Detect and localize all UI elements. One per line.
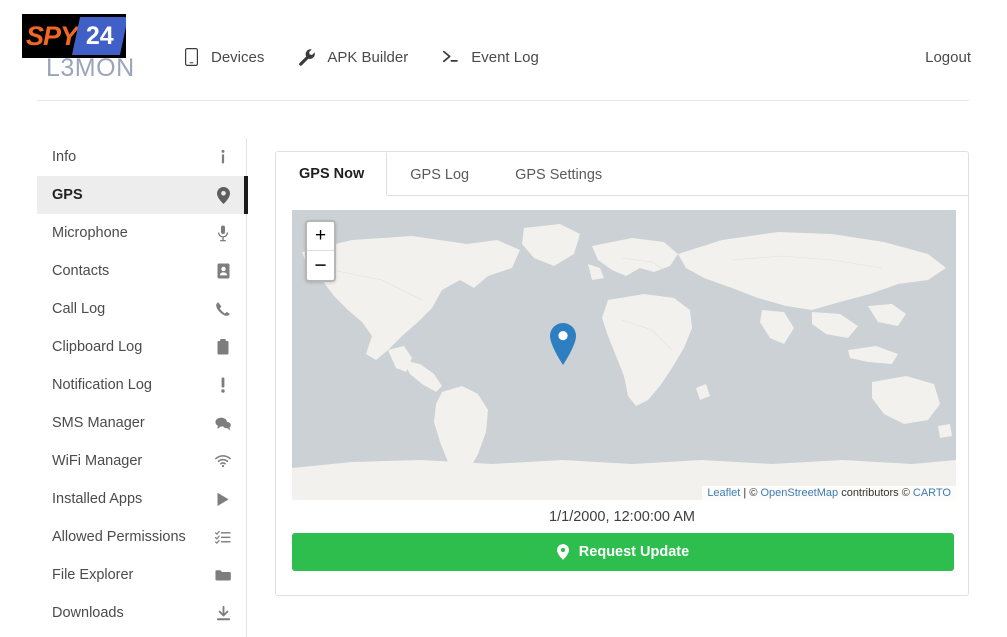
folder-icon	[215, 567, 231, 583]
gps-now-content: + − Leaflet | © OpenStreetMap contributo…	[276, 196, 968, 571]
logo-spy-text: SPY	[26, 20, 78, 51]
spy24-logo-badge: SPY / 24	[22, 14, 126, 58]
brand-logo[interactable]: L3MON SPY / 24	[22, 14, 162, 82]
nav-item-devices[interactable]: Devices	[180, 44, 266, 70]
sidebar-item-microphone[interactable]: Microphone	[37, 214, 247, 252]
map-zoom-controls: + −	[305, 220, 336, 282]
tab-gps-now[interactable]: GPS Now	[276, 152, 388, 196]
sidebar-label-wifi-manager: WiFi Manager	[52, 453, 143, 469]
zoom-in-button[interactable]: +	[307, 222, 334, 251]
logout-button[interactable]: Logout	[925, 49, 971, 66]
sidebar-label-sms-manager: SMS Manager	[52, 415, 145, 431]
product-name: L3MON	[46, 54, 135, 82]
chat-bubbles-icon	[215, 415, 231, 431]
sidebar-label-microphone: Microphone	[52, 225, 128, 241]
contact-card-icon	[215, 263, 231, 279]
tab-gps-log[interactable]: GPS Log	[387, 152, 492, 196]
sidebar-item-installed-apps[interactable]: Installed Apps	[37, 480, 247, 518]
sidebar-label-file-explorer: File Explorer	[52, 567, 134, 583]
sidebar-item-sms-manager[interactable]: SMS Manager	[37, 404, 247, 442]
sidebar-label-installed-apps: Installed Apps	[52, 491, 143, 507]
world-map-basemap	[292, 210, 956, 500]
map-pin-icon	[556, 544, 569, 560]
logo-24-text: 24	[86, 21, 114, 50]
sidebar-label-allowed-permissions: Allowed Permissions	[52, 529, 186, 545]
sidebar-item-gps[interactable]: GPS	[37, 176, 248, 214]
phone-icon	[215, 301, 231, 317]
nav-item-event-log[interactable]: Event Log	[440, 44, 541, 70]
sidebar-label-gps: GPS	[52, 187, 83, 203]
checklist-icon	[215, 529, 231, 545]
sidebar-label-clipboard-log: Clipboard Log	[52, 339, 143, 355]
sidebar-item-wifi-manager[interactable]: WiFi Manager	[37, 442, 247, 480]
zoom-out-button[interactable]: −	[307, 251, 334, 280]
sidebar-item-file-explorer[interactable]: File Explorer	[37, 556, 247, 594]
header-divider	[37, 100, 969, 101]
sidebar-item-call-log[interactable]: Call Log	[37, 290, 247, 328]
nav-item-apk-builder[interactable]: APK Builder	[296, 44, 410, 70]
request-update-button[interactable]: Request Update	[292, 533, 954, 571]
gps-map[interactable]: + − Leaflet | © OpenStreetMap contributo…	[292, 210, 956, 500]
play-store-icon	[215, 491, 231, 507]
logo-24-badge: 24	[71, 17, 126, 55]
nav-label-event-log: Event Log	[471, 48, 539, 66]
microphone-icon	[215, 225, 231, 241]
sidebar-label-info: Info	[52, 149, 77, 165]
gps-panel: GPS Now GPS Log GPS Settings + − Leaflet…	[275, 151, 969, 596]
leaflet-link[interactable]: Leaflet	[707, 487, 740, 499]
openstreetmap-link[interactable]: OpenStreetMap	[760, 487, 838, 499]
sidebar-item-clipboard-log[interactable]: Clipboard Log	[37, 328, 247, 366]
tab-gps-settings[interactable]: GPS Settings	[492, 152, 625, 196]
sidebar-item-info[interactable]: Info	[37, 138, 247, 176]
sidebar-item-notification-log[interactable]: Notification Log	[37, 366, 247, 404]
sidebar-label-downloads: Downloads	[52, 605, 124, 621]
sidebar-label-notification-log: Notification Log	[52, 377, 152, 393]
map-marker-icon[interactable]	[548, 322, 578, 366]
nav-label-apk-builder: APK Builder	[327, 48, 409, 66]
sidebar-item-allowed-permissions[interactable]: Allowed Permissions	[37, 518, 247, 556]
attr-sep: | ©	[740, 487, 761, 499]
sidebar-label-call-log: Call Log	[52, 301, 106, 317]
info-icon	[215, 149, 231, 165]
app-header: L3MON SPY / 24 Devices APK Builder	[0, 0, 1007, 101]
wrench-icon	[298, 48, 316, 66]
exclamation-icon	[215, 377, 231, 393]
gps-timestamp: 1/1/2000, 12:00:00 AM	[549, 509, 695, 525]
sidebar-label-contacts: Contacts	[52, 263, 110, 279]
sidebar-item-downloads[interactable]: Downloads	[37, 594, 247, 632]
terminal-icon	[442, 48, 460, 66]
request-update-label: Request Update	[578, 544, 690, 560]
wifi-icon	[215, 453, 231, 469]
attr-contributors: contributors ©	[838, 487, 913, 499]
map-attribution: Leaflet | © OpenStreetMap contributors ©…	[702, 486, 956, 500]
nav-label-devices: Devices	[211, 48, 265, 66]
sidebar: Info GPS Microphone Contacts Call Log Cl…	[37, 138, 248, 632]
main-nav: Devices APK Builder Event Log	[180, 44, 541, 70]
clipboard-icon	[215, 339, 231, 355]
app-root: L3MON SPY / 24 Devices APK Builder	[0, 0, 1007, 637]
sidebar-item-contacts[interactable]: Contacts	[37, 252, 247, 290]
carto-link[interactable]: CARTO	[913, 487, 951, 499]
download-icon	[215, 605, 231, 621]
mobile-icon	[182, 48, 200, 66]
map-pin-icon	[215, 186, 231, 204]
gps-tabs: GPS Now GPS Log GPS Settings	[276, 152, 968, 196]
